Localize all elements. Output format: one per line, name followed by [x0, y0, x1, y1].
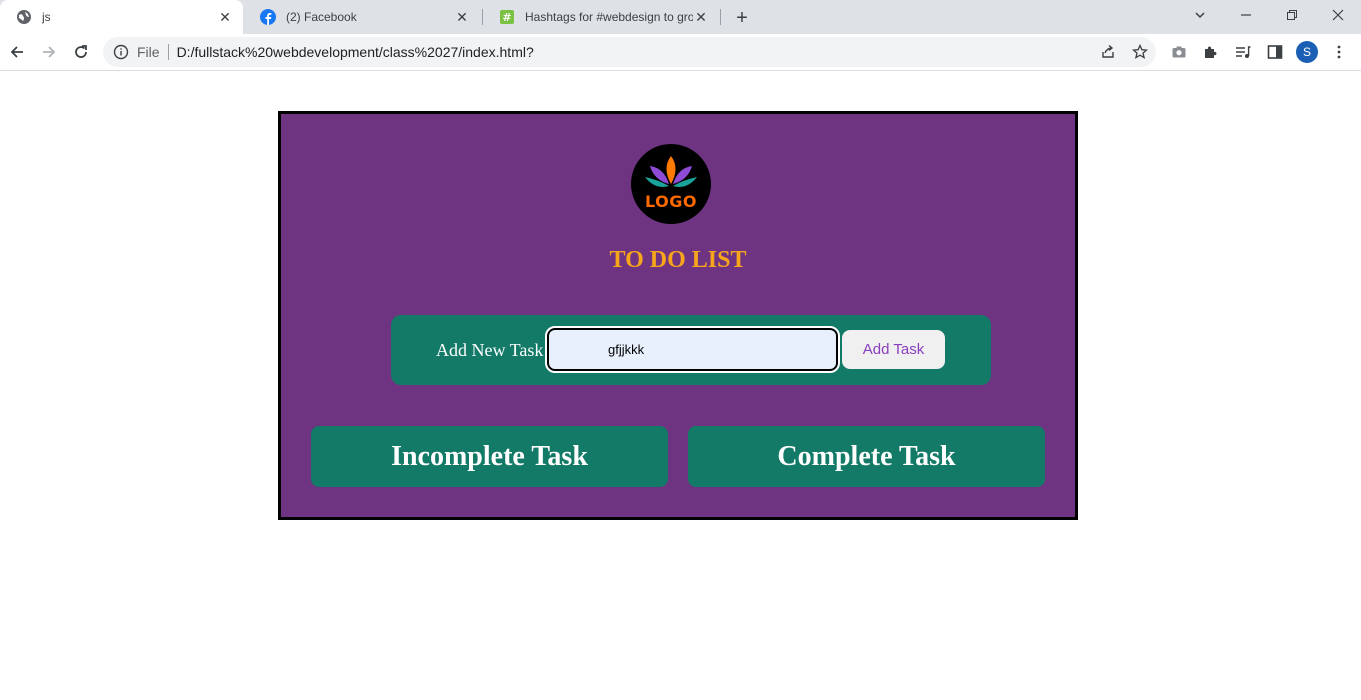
logo-text: LOGO [645, 192, 697, 211]
info-icon[interactable] [113, 44, 129, 60]
kebab-menu-icon[interactable] [1325, 38, 1353, 66]
profile-avatar-button[interactable]: S [1293, 38, 1321, 66]
tab-title: (2) Facebook [286, 10, 357, 24]
svg-text:#: # [502, 11, 511, 24]
tab-separator [720, 9, 721, 25]
share-icon[interactable] [1092, 37, 1124, 67]
media-playlist-icon[interactable] [1229, 38, 1257, 66]
facebook-icon [260, 9, 276, 25]
tab-strip: js ✕ (2) Facebook ✕ # Hashtags for #webd… [0, 0, 1361, 34]
lotus-logo: LOGO [631, 144, 711, 224]
close-icon[interactable]: ✕ [217, 9, 233, 25]
forward-button[interactable] [35, 38, 63, 66]
close-window-button[interactable] [1315, 0, 1361, 30]
tab-title: js [42, 10, 51, 24]
add-task-label: Add New Task [436, 340, 544, 360]
incomplete-task-heading: Incomplete Task [311, 426, 668, 487]
forward-arrow-icon [43, 46, 56, 58]
restore-button[interactable] [1269, 0, 1315, 30]
browser-toolbar: File D:/fullstack%20webdevelopment/class… [0, 34, 1361, 71]
scheme-label: File [137, 44, 160, 60]
new-tab-button[interactable]: + [729, 5, 755, 31]
tab-facebook[interactable]: (2) Facebook ✕ [244, 0, 480, 34]
page-title: TO DO LIST [609, 247, 747, 273]
reload-button[interactable] [67, 38, 95, 66]
tab-search-icon[interactable] [1177, 0, 1223, 30]
back-arrow-icon [10, 46, 23, 58]
avatar: S [1296, 41, 1318, 63]
task-input[interactable] [545, 326, 840, 373]
bookmark-star-icon[interactable] [1124, 37, 1156, 67]
tab-title: Hashtags for #webdesign to grow [525, 10, 693, 24]
minimize-button[interactable] [1223, 0, 1269, 30]
url-text[interactable]: D:/fullstack%20webdevelopment/class%2027… [177, 44, 1092, 60]
tab-js[interactable]: js ✕ [0, 0, 243, 34]
lotus-icon [645, 156, 697, 187]
tab-hashtags[interactable]: # Hashtags for #webdesign to grow ✕ [483, 0, 719, 34]
close-icon[interactable]: ✕ [693, 9, 709, 25]
todo-app-container: LOGO TO DO LIST Add New Task Add Task In… [278, 111, 1078, 520]
add-task-panel: Add New Task Add Task [391, 315, 991, 385]
close-icon[interactable]: ✕ [454, 9, 470, 25]
camera-icon[interactable] [1165, 38, 1193, 66]
omnibox-divider [167, 44, 169, 60]
globe-icon [16, 9, 32, 25]
back-button[interactable] [3, 38, 31, 66]
add-task-button[interactable]: Add Task [842, 330, 945, 369]
hashtag-icon: # [499, 9, 515, 25]
complete-task-heading: Complete Task [688, 426, 1045, 487]
extensions-puzzle-icon[interactable] [1197, 38, 1225, 66]
address-bar[interactable]: File D:/fullstack%20webdevelopment/class… [103, 37, 1156, 67]
side-panel-icon[interactable] [1261, 38, 1289, 66]
reload-icon [75, 45, 87, 58]
